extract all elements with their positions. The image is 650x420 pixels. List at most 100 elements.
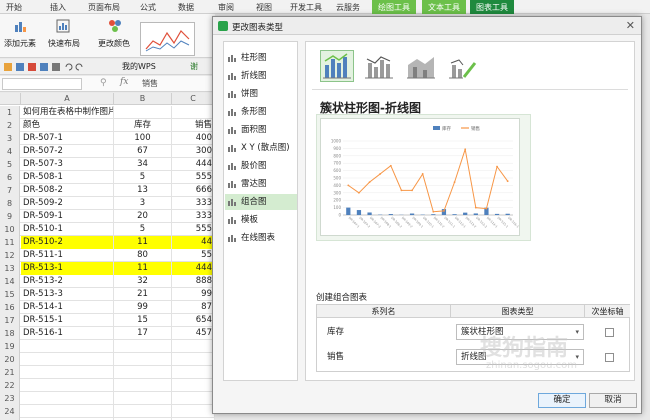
- cell-a[interactable]: DR-514-1: [21, 301, 114, 314]
- column-header-b[interactable]: B: [114, 93, 172, 105]
- cell-a[interactable]: DR-507-3: [21, 158, 114, 171]
- table-row[interactable]: 22: [0, 379, 215, 392]
- cell-a[interactable]: DR-513-1: [21, 262, 114, 275]
- tab-review[interactable]: 审阅: [218, 2, 234, 13]
- tab-text-tools[interactable]: 文本工具: [422, 0, 466, 14]
- cell-a[interactable]: DR-515-1: [21, 314, 114, 327]
- table-row[interactable]: 5 DR-507-3 34 444: [0, 158, 215, 171]
- table-row[interactable]: 24: [0, 405, 215, 418]
- row-number[interactable]: 22: [0, 379, 20, 392]
- row-number[interactable]: 18: [0, 327, 20, 340]
- cell-a[interactable]: [21, 392, 114, 405]
- row-number[interactable]: 7: [0, 184, 20, 197]
- row-number[interactable]: 9: [0, 210, 20, 223]
- row-number[interactable]: 15: [0, 288, 20, 301]
- cell-b[interactable]: 99: [114, 301, 172, 314]
- table-row[interactable]: 12 DR-511-1 80 55: [0, 249, 215, 262]
- row-number[interactable]: 17: [0, 314, 20, 327]
- row-number[interactable]: 8: [0, 197, 20, 210]
- cell-b[interactable]: 15: [114, 314, 172, 327]
- table-row[interactable]: 16 DR-514-1 99 87: [0, 301, 215, 314]
- cell-a[interactable]: DR-510-2: [21, 236, 114, 249]
- table-row[interactable]: 8 DR-509-2 3 333: [0, 197, 215, 210]
- cell-c[interactable]: [172, 353, 215, 366]
- row-number[interactable]: 11: [0, 236, 20, 249]
- cell-b[interactable]: 5: [114, 171, 172, 184]
- cell-c[interactable]: [172, 392, 215, 405]
- cell-b[interactable]: 32: [114, 275, 172, 288]
- secondary-axis-checkbox-stock[interactable]: [605, 328, 614, 337]
- doc-tab-mywps[interactable]: 我的WPS: [122, 61, 156, 72]
- cell-a[interactable]: DR-507-2: [21, 145, 114, 158]
- column-header-c[interactable]: C: [172, 93, 215, 105]
- table-row[interactable]: 20: [0, 353, 215, 366]
- cell-b[interactable]: 库存: [114, 119, 172, 132]
- row-number[interactable]: 24: [0, 405, 20, 418]
- row-number[interactable]: 13: [0, 262, 20, 275]
- cell-b[interactable]: [114, 392, 172, 405]
- cell-c[interactable]: 666: [172, 184, 215, 197]
- quick-layout-button[interactable]: 快速布局: [48, 38, 80, 49]
- add-element-button[interactable]: 添加元素: [4, 38, 36, 49]
- chart-type-item-area[interactable]: 面积图: [225, 122, 297, 138]
- cell-c[interactable]: 销售: [172, 119, 215, 132]
- cell-c[interactable]: 888: [172, 275, 215, 288]
- cell-c[interactable]: [172, 379, 215, 392]
- cell-b[interactable]: 17: [114, 327, 172, 340]
- table-row[interactable]: 11 DR-510-2 11 44: [0, 236, 215, 249]
- cell-c[interactable]: 44: [172, 236, 215, 249]
- cell-a[interactable]: DR-513-3: [21, 288, 114, 301]
- cell-b[interactable]: [114, 379, 172, 392]
- cell-c[interactable]: [172, 340, 215, 353]
- table-row[interactable]: 17 DR-515-1 15 654: [0, 314, 215, 327]
- cell-b[interactable]: 100: [114, 132, 172, 145]
- table-row[interactable]: 21: [0, 366, 215, 379]
- row-number[interactable]: 20: [0, 353, 20, 366]
- cell-a[interactable]: [21, 340, 114, 353]
- row-number[interactable]: 5: [0, 158, 20, 171]
- chart-type-item-stock[interactable]: 股价图: [225, 158, 297, 174]
- table-row[interactable]: 7 DR-508-2 13 666: [0, 184, 215, 197]
- table-row[interactable]: 4 DR-507-2 67 300: [0, 145, 215, 158]
- cell-b[interactable]: [114, 366, 172, 379]
- cell-a[interactable]: [21, 366, 114, 379]
- tab-view[interactable]: 视图: [256, 2, 272, 13]
- cell-b[interactable]: 5: [114, 223, 172, 236]
- cell-b[interactable]: 21: [114, 288, 172, 301]
- chart-type-item-online[interactable]: 在线图表: [225, 230, 297, 246]
- tab-formula[interactable]: 公式: [140, 2, 156, 13]
- row-number[interactable]: 10: [0, 223, 20, 236]
- cell-a[interactable]: DR-509-2: [21, 197, 114, 210]
- cell-c[interactable]: 333: [172, 210, 215, 223]
- tab-chart-tools[interactable]: 图表工具: [470, 0, 514, 14]
- chart-type-item-line[interactable]: 折线图: [225, 68, 297, 84]
- cell-c[interactable]: 400: [172, 132, 215, 145]
- cell-c[interactable]: [172, 405, 215, 418]
- tab-drawing-tools[interactable]: 绘图工具: [372, 0, 416, 14]
- row-number[interactable]: 23: [0, 392, 20, 405]
- tab-page-layout[interactable]: 页面布局: [88, 2, 120, 13]
- column-header-a[interactable]: A: [21, 93, 114, 105]
- cell-c[interactable]: 457: [172, 327, 215, 340]
- cell-b[interactable]: [114, 353, 172, 366]
- table-row[interactable]: 3 DR-507-1 100 400: [0, 132, 215, 145]
- cell-a[interactable]: DR-511-1: [21, 249, 114, 262]
- cell-b[interactable]: [114, 340, 172, 353]
- chart-type-item-radar[interactable]: 雷达图: [225, 176, 297, 192]
- cell-a[interactable]: [21, 405, 114, 418]
- row-number[interactable]: 4: [0, 145, 20, 158]
- cell-c[interactable]: [172, 106, 215, 119]
- cell-c[interactable]: 87: [172, 301, 215, 314]
- row-number[interactable]: 16: [0, 301, 20, 314]
- table-row[interactable]: 6 DR-508-1 5 555: [0, 171, 215, 184]
- cell-b[interactable]: 20: [114, 210, 172, 223]
- chart-type-item-bar[interactable]: 柱形图: [225, 50, 297, 66]
- doc-tab-current[interactable]: 谢: [190, 61, 198, 72]
- close-icon[interactable]: ✕: [626, 19, 635, 32]
- cell-c[interactable]: 555: [172, 171, 215, 184]
- cell-a[interactable]: DR-510-1: [21, 223, 114, 236]
- tab-home[interactable]: 开始: [6, 2, 22, 13]
- cell-b[interactable]: 67: [114, 145, 172, 158]
- subtype-custom-combo[interactable]: [446, 50, 480, 82]
- table-row[interactable]: 1 如何用在表格中制作图片: [0, 106, 215, 119]
